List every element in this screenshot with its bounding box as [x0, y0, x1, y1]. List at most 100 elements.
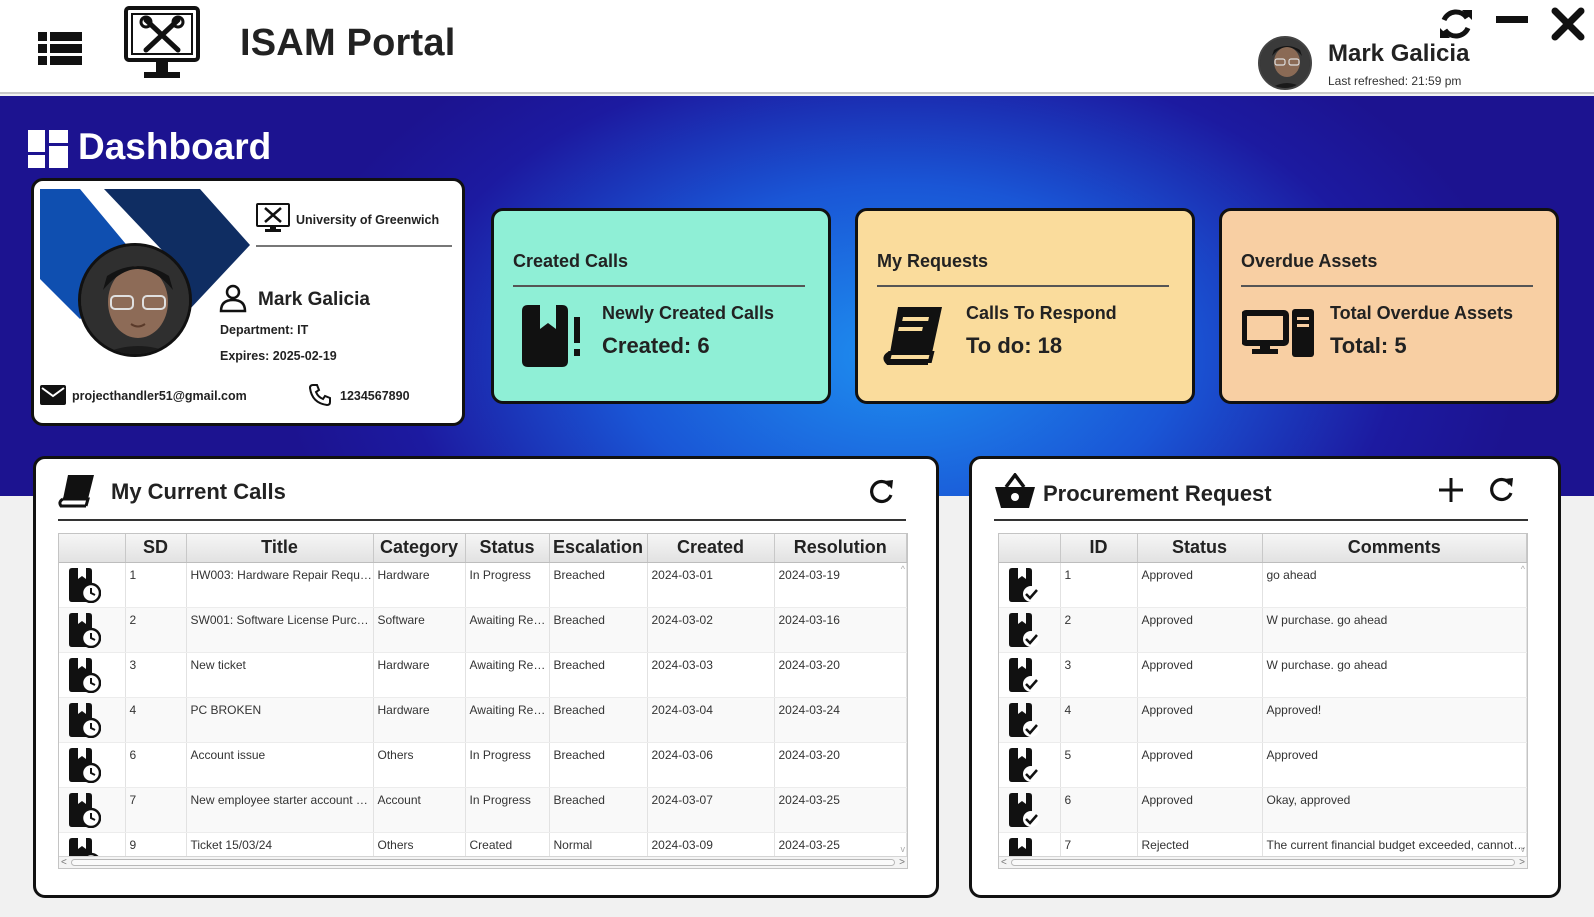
table-cell: Approved — [1137, 562, 1263, 608]
ticket-clock-icon — [69, 657, 101, 693]
table-cell: Others — [373, 742, 466, 788]
person-icon — [219, 284, 247, 313]
refresh-icon[interactable] — [866, 477, 896, 507]
horizontal-scrollbar[interactable]: < > — [999, 856, 1527, 868]
stat-label: Total Overdue Assets — [1330, 303, 1514, 323]
profile-card: University of Greenwich Mark Galicia Dep… — [31, 178, 465, 426]
scroll-down-arrow[interactable]: v — [901, 844, 906, 854]
table-cell: 2024-03-06 — [647, 742, 775, 788]
table-cell: In Progress — [465, 562, 550, 608]
column-header[interactable]: Status — [465, 534, 550, 563]
overdue-assets-card[interactable]: Overdue Assets Total Overdue Assets Tota… — [1219, 208, 1559, 404]
column-header[interactable]: ID — [1060, 534, 1138, 563]
column-header[interactable]: Created — [647, 534, 775, 563]
column-header[interactable]: Category — [373, 534, 466, 563]
table-row[interactable]: 1 HW003: Hardware Repair Request Hardware I… — [59, 562, 907, 608]
table-cell: 2024-03-25 — [774, 787, 907, 833]
book-icon — [58, 475, 94, 508]
table-cell: 2024-03-07 — [647, 787, 775, 833]
minimize-icon[interactable] — [1492, 4, 1532, 44]
ticket-alert-icon — [522, 305, 580, 367]
table-cell: 1 — [1060, 562, 1138, 608]
my-requests-card[interactable]: My Requests Calls To Respond To do: 18 — [855, 208, 1195, 404]
column-header[interactable] — [59, 534, 126, 563]
table-cell: 2024-03-01 — [647, 562, 775, 608]
table-cell: 3 — [1060, 652, 1138, 698]
table-cell: Account issue — [186, 742, 374, 788]
table-row[interactable]: 5 Approved Approved — [999, 742, 1527, 788]
stat-title: Created Calls — [513, 251, 629, 271]
book-icon — [883, 307, 942, 365]
divider — [58, 519, 906, 521]
row-icon-cell — [999, 787, 1061, 833]
row-icon-cell — [999, 607, 1061, 653]
refresh-icon[interactable] — [1436, 4, 1476, 44]
refresh-icon[interactable] — [1486, 475, 1516, 505]
table-row[interactable]: 6 Account issue Others In Progress Breached 2… — [59, 742, 907, 788]
table-cell: Breached — [549, 787, 648, 833]
column-header[interactable]: Title — [186, 534, 374, 563]
table-row[interactable]: 3 Approved W purchase. go ahead — [999, 652, 1527, 698]
table-cell: W purchase. go ahead — [1262, 652, 1527, 698]
table-row[interactable]: 4 Approved Approved! — [999, 697, 1527, 743]
table-cell: 2 — [1060, 607, 1138, 653]
table-row[interactable]: 4PC BROKENHardwareAwaiting ResponseBreac… — [59, 697, 907, 743]
created-calls-card[interactable]: Created Calls Newly Created Calls Create… — [491, 208, 831, 404]
table-row[interactable]: 2 Approved W purchase. go ahead — [999, 607, 1527, 653]
scroll-up-arrow[interactable]: ^ — [1521, 564, 1525, 574]
column-header[interactable]: Status — [1137, 534, 1263, 563]
table-row[interactable]: 1 Approved go ahead — [999, 562, 1527, 608]
panel-title: Procurement Request — [1043, 481, 1272, 506]
row-icon-cell — [999, 562, 1061, 608]
scroll-up-arrow[interactable]: ^ — [901, 564, 905, 574]
divider — [513, 285, 805, 287]
table-cell: 3 — [125, 652, 187, 698]
table-cell: 6 — [125, 742, 187, 788]
scroll-down-arrow[interactable]: v — [1521, 844, 1526, 854]
table-cell: HW003: Hardware Repair Request — [186, 562, 374, 608]
table-cell: Hardware — [373, 562, 466, 608]
table-row[interactable]: 6 Approved Okay, approved — [999, 787, 1527, 833]
column-header[interactable] — [999, 534, 1061, 563]
column-header[interactable]: SD — [125, 534, 187, 563]
close-icon[interactable] — [1548, 4, 1588, 44]
calls-table: SD Title Category Status Escalation Crea… — [58, 533, 908, 869]
table-cell: Okay, approved — [1262, 787, 1527, 833]
app-title: ISAM Portal — [240, 22, 456, 64]
table-cell: 2024-03-20 — [774, 742, 907, 788]
horizontal-scrollbar[interactable]: < > — [59, 856, 907, 868]
row-icon-cell — [59, 607, 126, 653]
stat-label: Calls To Respond — [966, 303, 1117, 323]
column-header[interactable]: Escalation — [549, 534, 648, 563]
add-icon[interactable] — [1436, 475, 1466, 505]
table-row[interactable]: 2 SW001: Software License Purchase Softwar… — [59, 607, 907, 653]
user-name: Mark Galicia — [1328, 40, 1470, 67]
table-cell: 7 — [125, 787, 187, 833]
table-cell: 2024-03-03 — [647, 652, 775, 698]
ticket-check-icon — [1009, 657, 1039, 692]
ticket-clock-icon — [69, 567, 101, 603]
stat-value: Created: 6 — [602, 333, 710, 358]
table-cell: 2024-03-19 — [774, 562, 907, 608]
table-cell: Hardware — [373, 652, 466, 698]
ticket-check-icon — [1009, 612, 1039, 647]
column-header[interactable]: Comments — [1262, 534, 1527, 563]
table-header: ID Status Comments — [999, 534, 1527, 563]
table-row[interactable]: 3New ticketHardwareAwaiting ResponseBrea… — [59, 652, 907, 698]
table-cell: Approved — [1137, 607, 1263, 653]
table-cell: go ahead — [1262, 562, 1527, 608]
ticket-check-icon — [1009, 747, 1039, 782]
row-icon-cell — [999, 697, 1061, 743]
table-cell: Software — [373, 607, 466, 653]
menu-list-icon[interactable] — [38, 30, 82, 68]
user-avatar[interactable] — [1258, 36, 1312, 90]
table-cell: Awaiting Response — [465, 652, 550, 698]
ticket-clock-icon — [69, 792, 101, 828]
table-row[interactable]: 7 New employee starter account n... Accoun… — [59, 787, 907, 833]
university-name: University of Greenwich — [296, 213, 440, 227]
row-icon-cell — [59, 787, 126, 833]
row-icon-cell — [999, 652, 1061, 698]
profile-phone: 1234567890 — [340, 389, 410, 403]
stat-label: Newly Created Calls — [602, 303, 775, 323]
column-header[interactable]: Resolution — [774, 534, 907, 563]
